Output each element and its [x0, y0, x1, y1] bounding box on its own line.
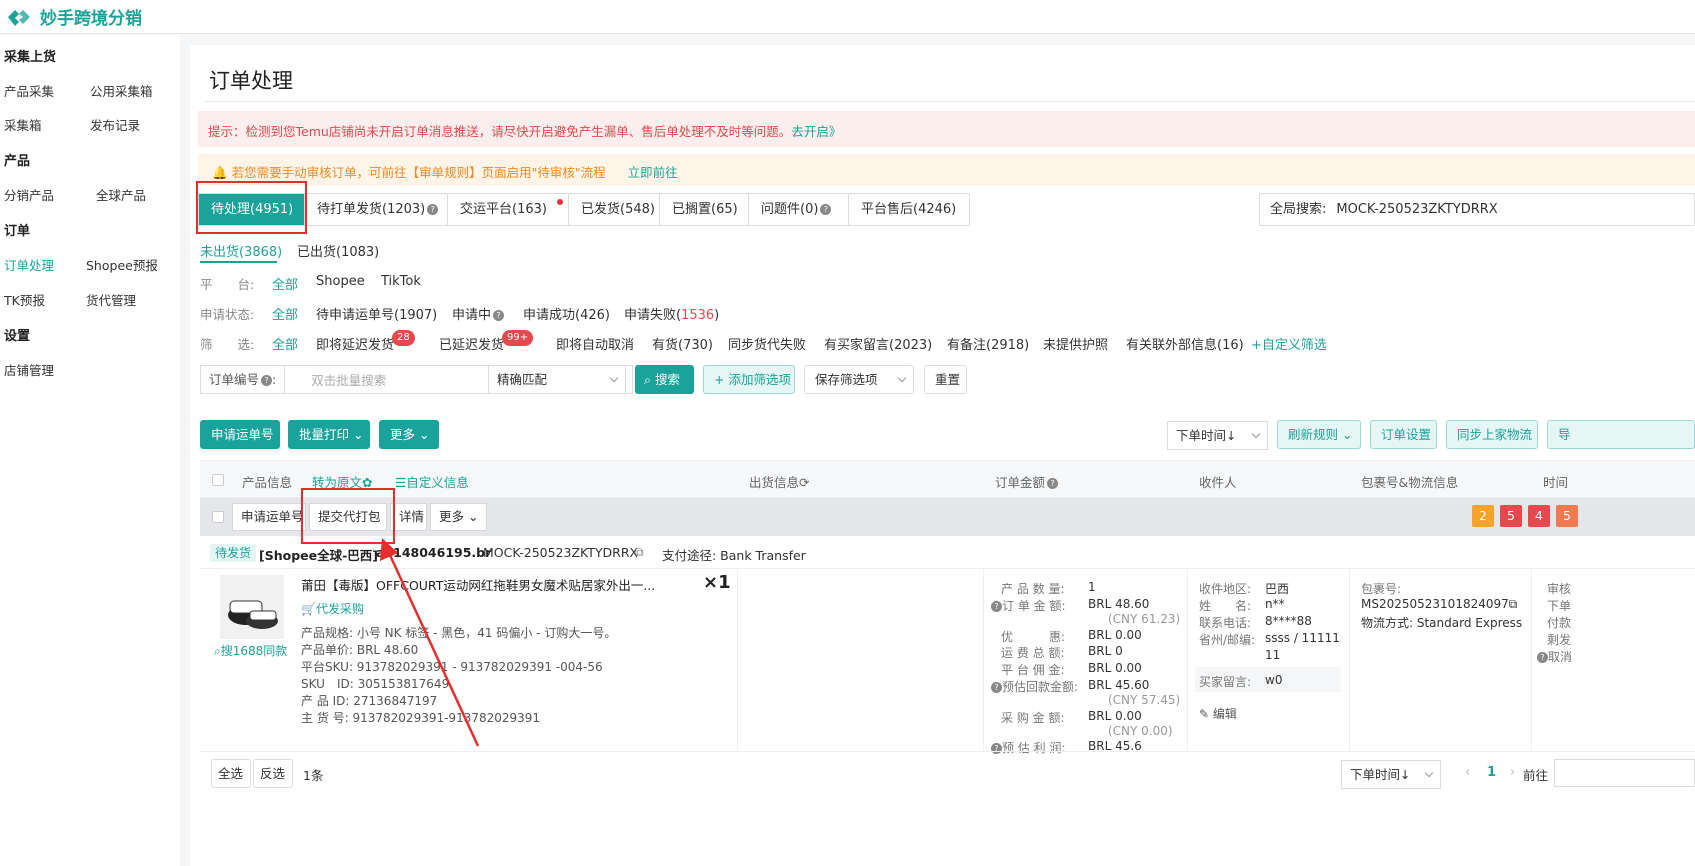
annotation-arrow-icon	[380, 538, 480, 747]
